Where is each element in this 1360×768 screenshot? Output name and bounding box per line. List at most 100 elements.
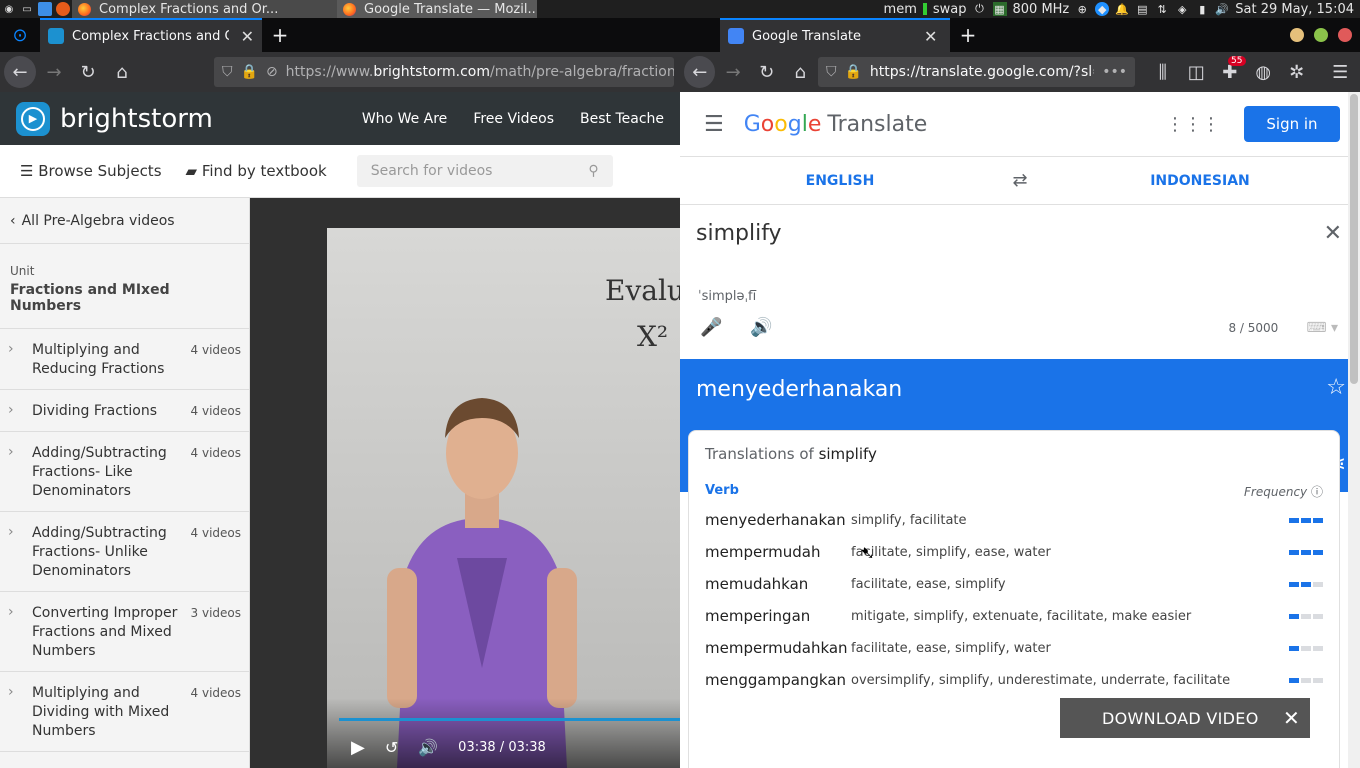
taskbar-task-translate[interactable]: Google Translate — Mozil... xyxy=(337,0,537,18)
browse-subjects-button[interactable]: ☰ Browse Subjects xyxy=(20,162,162,180)
hamburger-menu-icon[interactable]: ☰ xyxy=(1324,56,1355,88)
source-language-button[interactable]: ENGLISH xyxy=(680,173,1000,189)
translation-word[interactable]: memperingan xyxy=(705,607,851,625)
sync-icon[interactable]: ⊕ xyxy=(1075,2,1089,16)
tab-overview-icon[interactable]: ⊙ xyxy=(0,18,40,52)
swap-languages-icon[interactable]: ⇄ xyxy=(1000,170,1040,191)
back-button[interactable]: ← xyxy=(4,56,36,88)
back-to-videos-link[interactable]: ‹ All Pre-Algebra videos xyxy=(0,198,249,244)
translation-word[interactable]: memudahkan xyxy=(705,575,851,593)
lock-icon[interactable]: 🔒 xyxy=(844,64,861,80)
forward-button[interactable]: → xyxy=(38,56,70,88)
rewind-10-icon[interactable]: ↺ xyxy=(385,738,398,757)
find-by-textbook-button[interactable]: ▰ Find by textbook xyxy=(186,162,327,180)
clock[interactable]: Sat 29 May, 15:04 xyxy=(1235,2,1354,17)
sidebar-topic-item[interactable]: › Dividing Fractions 4 videos xyxy=(0,390,249,432)
files-icon[interactable] xyxy=(38,2,52,16)
reload-button[interactable]: ↻ xyxy=(751,56,782,88)
reload-button[interactable]: ↻ xyxy=(72,56,104,88)
main-menu-icon[interactable]: ☰ xyxy=(704,112,724,137)
close-banner-icon[interactable]: ✕ xyxy=(1283,706,1300,730)
nav-free-videos[interactable]: Free Videos xyxy=(473,111,554,127)
volume-icon[interactable]: 🔊 xyxy=(418,738,438,757)
page-scrollbar[interactable] xyxy=(1348,92,1360,768)
help-icon[interactable]: ⓘ xyxy=(1311,485,1323,499)
nav-who-we-are[interactable]: Who We Are xyxy=(362,111,447,127)
url-bar[interactable]: ⛉ 🔒 https://translate.google.com/?sl=en&… xyxy=(817,57,1136,87)
sidebar-topic-item[interactable]: › Converting Improper Fractions and Mixed… xyxy=(0,592,249,672)
extension-icon[interactable]: ✚ 55 xyxy=(1214,56,1246,88)
nav-best-teachers[interactable]: Best Teacher xyxy=(580,111,664,127)
tab-close-icon[interactable]: ✕ xyxy=(924,27,937,46)
download-video-banner[interactable]: DOWNLOAD VIDEO ✕ xyxy=(1060,698,1310,738)
new-tab-button[interactable]: + xyxy=(950,18,986,52)
brightstorm-logo[interactable]: ▶ brightstorm xyxy=(16,101,213,136)
menu-icon[interactable]: ◉ xyxy=(2,2,16,16)
translation-row: mempermudah facilitate, simplify, ease, w… xyxy=(705,536,1323,568)
keyboard-icon[interactable]: ⌨ ▾ xyxy=(1306,320,1338,336)
forward-button[interactable]: → xyxy=(717,56,748,88)
sidebar-topic-item[interactable]: › Adding/Subtracting Fractions- Unlike De… xyxy=(0,512,249,592)
desktop-icon[interactable]: ▭ xyxy=(20,2,34,16)
target-language-button[interactable]: INDONESIAN xyxy=(1040,173,1360,189)
home-button[interactable]: ⌂ xyxy=(784,56,815,88)
shield-icon[interactable]: ⛉ xyxy=(222,64,233,80)
permissions-icon[interactable]: ⊘ xyxy=(266,64,278,80)
back-button[interactable]: ← xyxy=(684,56,716,88)
translation-synonyms[interactable]: facilitate, simplify, ease, water xyxy=(851,545,1289,560)
shield-icon[interactable]: ◈ xyxy=(1175,2,1189,16)
shield-icon[interactable]: ⛉ xyxy=(826,64,837,80)
network-icon[interactable]: ⇅ xyxy=(1155,2,1169,16)
volume-icon[interactable]: 🔊 xyxy=(1215,2,1229,16)
translation-synonyms[interactable]: mitigate, simplify, extenuate, facilitat… xyxy=(851,609,1289,624)
video-progress-bar[interactable] xyxy=(339,718,680,721)
app-indicator-icon[interactable]: ◆ xyxy=(1095,2,1110,16)
home-button[interactable]: ⌂ xyxy=(106,56,138,88)
settings-gear-icon[interactable]: ✲ xyxy=(1281,56,1312,88)
sidebar-topic-item[interactable]: › Multiplying and Reducing Fractions 4 vid… xyxy=(0,329,249,390)
power-icon[interactable]: ⏻ xyxy=(973,2,987,16)
star-icon[interactable]: ☆ xyxy=(1326,375,1346,400)
apps-grid-icon[interactable]: ⋮⋮⋮ xyxy=(1166,114,1220,135)
tab-google-translate[interactable]: Google Translate ✕ xyxy=(720,18,950,52)
play-icon[interactable]: ▶ xyxy=(351,737,365,758)
listen-source-icon[interactable]: 🔊 xyxy=(750,317,772,338)
sidebar-icon[interactable]: ◫ xyxy=(1181,56,1212,88)
translation-word[interactable]: mempermudah xyxy=(705,543,851,561)
tab-brightstorm[interactable]: Complex Fractions and Ord ✕ xyxy=(40,18,262,52)
globe-icon[interactable]: ◍ xyxy=(1248,56,1279,88)
sign-in-button[interactable]: Sign in xyxy=(1244,106,1340,142)
url-bar[interactable]: ⛉ 🔒 ⊘ https://www.brightstorm.com/math/p… xyxy=(214,57,674,87)
close-window-button[interactable] xyxy=(1338,28,1352,42)
video-player[interactable]: Evalua X² ▶ ↺ 🔊 xyxy=(327,228,680,768)
translation-word[interactable]: mempermudahkan xyxy=(705,639,851,657)
sidebar-topic-item[interactable]: › Adding/Subtracting Fractions- Like Deno… xyxy=(0,432,249,512)
translation-synonyms[interactable]: oversimplify, simplify, underestimate, u… xyxy=(851,673,1289,688)
taskbar-task-brightstorm[interactable]: Complex Fractions and Or... xyxy=(72,0,337,18)
google-translate-logo[interactable]: Google Translate xyxy=(744,112,928,137)
library-icon[interactable]: ⫼ xyxy=(1147,56,1178,88)
sidebar-topic-item[interactable]: › Multiplying and Dividing with Mixed Num… xyxy=(0,672,249,752)
translation-word[interactable]: menyederhanakan xyxy=(705,511,851,529)
translation-synonyms[interactable]: facilitate, ease, simplify, water xyxy=(851,641,1289,656)
translation-synonyms[interactable]: simplify, facilitate xyxy=(851,513,1289,528)
translation-word[interactable]: menggampangkan xyxy=(705,671,851,689)
battery-icon[interactable]: ▮ xyxy=(1195,2,1209,16)
translation-synonyms[interactable]: facilitate, ease, simplify xyxy=(851,577,1289,592)
clear-text-icon[interactable]: ✕ xyxy=(1324,221,1342,246)
translation-row: memudahkan facilitate, ease, simplify xyxy=(705,568,1323,600)
firefox-launcher-icon[interactable] xyxy=(56,2,70,16)
lock-icon[interactable]: 🔒 xyxy=(241,64,258,80)
scrollbar-thumb[interactable] xyxy=(1350,94,1358,384)
microphone-icon[interactable]: 🎤 xyxy=(700,317,722,338)
source-text-input[interactable]: simplify xyxy=(696,221,1344,246)
new-tab-button[interactable]: + xyxy=(262,18,298,52)
minimize-button[interactable] xyxy=(1290,28,1304,42)
search-icon[interactable]: ⚲ xyxy=(588,163,598,179)
clipboard-icon[interactable]: ▤ xyxy=(1135,2,1149,16)
notification-bell-icon[interactable]: 🔔 xyxy=(1115,2,1129,16)
tab-close-icon[interactable]: ✕ xyxy=(241,27,254,46)
search-input[interactable]: Search for videos ⚲ xyxy=(356,155,613,187)
page-actions-icon[interactable]: ••• xyxy=(1102,64,1127,80)
maximize-button[interactable] xyxy=(1314,28,1328,42)
